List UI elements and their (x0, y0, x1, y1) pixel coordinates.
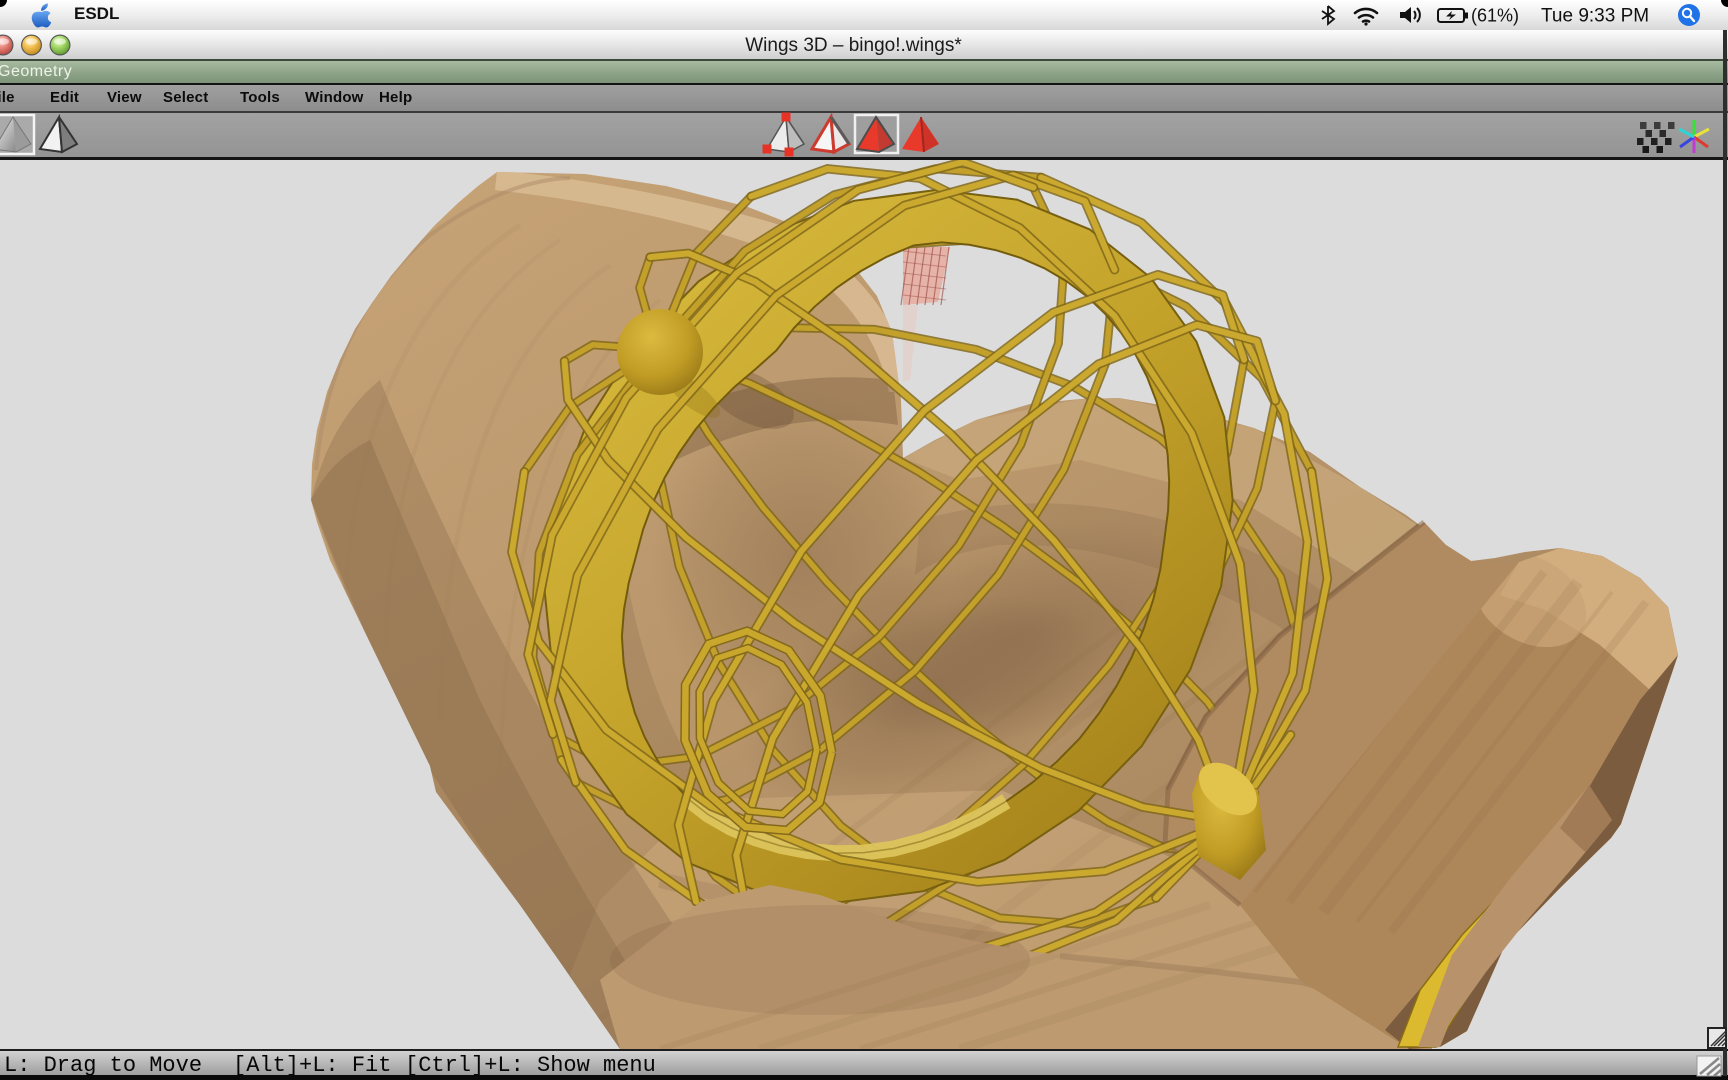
svg-text:(61%): (61%) (1471, 6, 1519, 26)
svg-text:Tue 9:33 PM: Tue 9:33 PM (1541, 6, 1649, 27)
